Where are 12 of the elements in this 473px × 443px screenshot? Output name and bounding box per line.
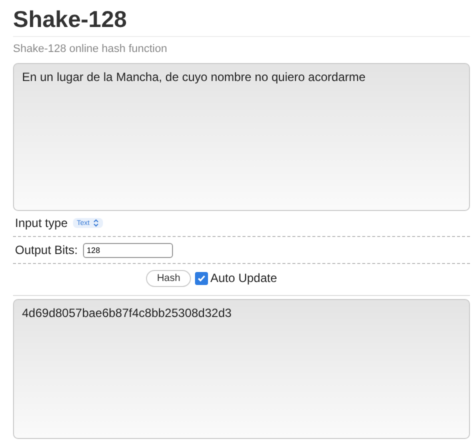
output-field[interactable]: 4d69d8057bae6b87f4c8bb25308d32d3 bbox=[13, 299, 470, 439]
hash-button[interactable]: Hash bbox=[146, 270, 192, 286]
input-field[interactable]: En un lugar de la Mancha, de cuyo nombre no quiero acordarme bbox=[13, 63, 470, 211]
page-subtitle: Shake-128 online hash function bbox=[13, 43, 168, 55]
auto-update-label: Auto Update bbox=[210, 271, 278, 285]
output-bits-field[interactable]: 128 bbox=[82, 242, 173, 258]
caret-icon bbox=[92, 219, 99, 227]
input-type-label: Input type bbox=[15, 216, 68, 230]
page-title: Shake-128 bbox=[13, 5, 128, 34]
output-bits-label: Output Bits: bbox=[15, 243, 78, 257]
check-icon bbox=[196, 272, 208, 284]
auto-update-checkbox[interactable] bbox=[195, 272, 208, 284]
